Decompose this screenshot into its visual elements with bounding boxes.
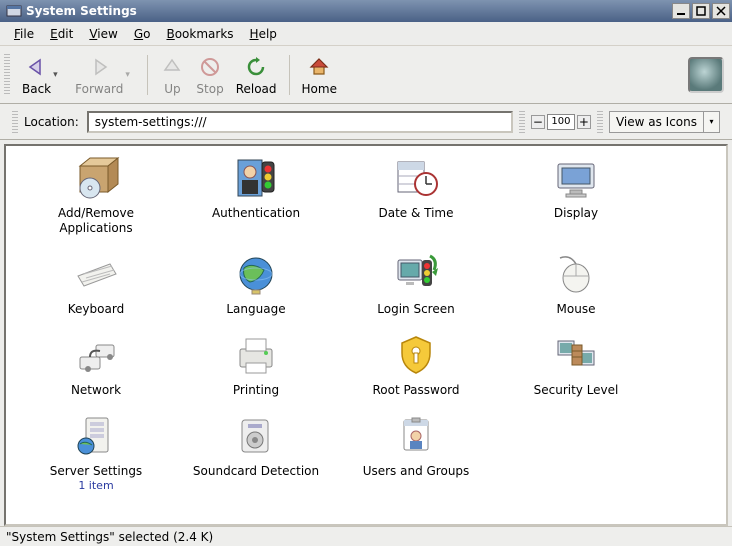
item-label: Soundcard Detection [193,464,319,479]
viewmode-combo[interactable]: View as Icons ▾ [609,111,720,133]
login-screen-icon [392,250,440,298]
item-label: Printing [233,383,279,398]
chevron-down-icon[interactable]: ▾ [53,70,63,80]
toolbar-grip [4,54,10,96]
item-server-settings[interactable]: Server Settings1 item [16,410,176,494]
date-time-icon [392,154,440,202]
item-label: Mouse [557,302,596,317]
item-network[interactable]: Network [16,329,176,400]
server-settings-icon [72,412,120,460]
viewmode-grip [597,111,603,133]
back-button[interactable]: Back ▾ [16,52,69,98]
minimize-button[interactable] [672,3,690,19]
printing-icon [232,331,280,379]
item-label: Users and Groups [363,464,470,479]
location-label: Location: [24,115,79,129]
item-label: Root Password [372,383,459,398]
window-title: System Settings [26,4,672,18]
item-date-time[interactable]: Date & Time [336,152,496,238]
menu-edit[interactable]: Edit [44,25,79,43]
item-add-remove-applications[interactable]: Add/Remove Applications [16,152,176,238]
throbber-icon [688,57,724,93]
item-subtext: 1 item [78,479,113,492]
status-text: "System Settings" selected (2.4 K) [6,530,213,544]
language-icon [232,250,280,298]
stop-button: Stop [190,52,229,98]
keyboard-icon [72,250,120,298]
soundcard-detection-icon [232,412,280,460]
menu-file[interactable]: File [8,25,40,43]
window-icon [6,3,22,19]
titlebar: System Settings [0,0,732,22]
mouse-icon [552,250,600,298]
add-remove-applications-icon [72,154,120,202]
menu-bookmarks[interactable]: Bookmarks [160,25,239,43]
location-input[interactable] [87,111,513,133]
item-label: Authentication [212,206,300,221]
item-soundcard-detection[interactable]: Soundcard Detection [176,410,336,494]
reload-button[interactable]: Reload [230,52,283,98]
home-button[interactable]: Home [296,52,343,98]
item-label: Display [554,206,598,221]
location-bar: Location: − 100 + View as Icons ▾ [0,104,732,140]
up-button: Up [154,52,190,98]
item-label: Keyboard [68,302,124,317]
status-bar: "System Settings" selected (2.4 K) [0,526,732,546]
item-printing[interactable]: Printing [176,329,336,400]
item-label: Login Screen [377,302,454,317]
stop-icon [199,54,221,80]
zoom-grip [519,111,525,133]
zoom-control: − 100 + [531,114,591,130]
close-button[interactable] [712,3,730,19]
item-security-level[interactable]: Security Level [496,329,656,400]
zoom-out-button[interactable]: − [531,115,545,129]
item-users-and-groups[interactable]: Users and Groups [336,410,496,494]
locationbar-grip [12,111,18,133]
toolbar-separator [147,55,148,95]
menu-go[interactable]: Go [128,25,157,43]
item-login-screen[interactable]: Login Screen [336,248,496,319]
authentication-icon [232,154,280,202]
home-icon [308,54,330,80]
forward-button: Forward ▾ [69,52,141,98]
zoom-value: 100 [547,114,575,130]
item-language[interactable]: Language [176,248,336,319]
item-authentication[interactable]: Authentication [176,152,336,238]
zoom-in-button[interactable]: + [577,115,591,129]
display-icon [552,154,600,202]
toolbar-separator [289,55,290,95]
chevron-down-icon[interactable]: ▾ [703,112,719,132]
back-icon [26,54,48,80]
item-display[interactable]: Display [496,152,656,238]
item-mouse[interactable]: Mouse [496,248,656,319]
users-and-groups-icon [392,412,440,460]
item-label: Language [226,302,285,317]
up-icon [161,54,183,80]
icon-view: Add/Remove Applications Authentication Dat… [4,144,728,526]
menu-view[interactable]: View [83,25,123,43]
viewmode-label: View as Icons [610,115,703,129]
forward-icon [88,54,110,80]
menu-help[interactable]: Help [244,25,283,43]
chevron-down-icon: ▾ [125,70,135,80]
security-level-icon [552,331,600,379]
item-label: Date & Time [378,206,453,221]
toolbar: Back ▾ Forward ▾ Up Stop Reload Home [0,46,732,104]
reload-icon [245,54,267,80]
network-icon [72,331,120,379]
menubar: File Edit View Go Bookmarks Help [0,22,732,46]
root-password-icon [392,331,440,379]
item-label: Network [71,383,121,398]
maximize-button[interactable] [692,3,710,19]
item-label: Security Level [534,383,619,398]
item-label: Add/Remove Applications [58,206,134,236]
item-keyboard[interactable]: Keyboard [16,248,176,319]
item-root-password[interactable]: Root Password [336,329,496,400]
item-label: Server Settings [50,464,142,479]
